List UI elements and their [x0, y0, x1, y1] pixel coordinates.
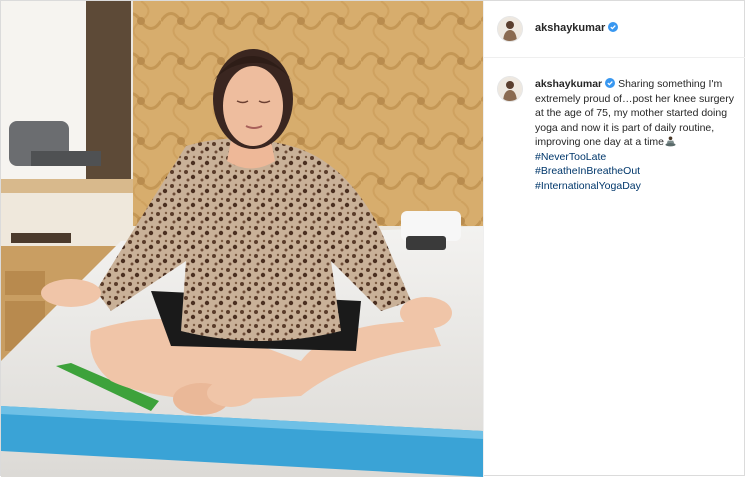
- avatar[interactable]: [497, 16, 523, 42]
- header-username[interactable]: akshaykumar: [535, 22, 619, 34]
- hashtag-link[interactable]: #InternationalYogaDay: [535, 179, 740, 194]
- person-in-lotus-position-emoji-icon: [665, 136, 676, 147]
- verified-badge-icon: [605, 78, 616, 88]
- post-photo[interactable]: [1, 1, 483, 477]
- caption-avatar[interactable]: [497, 76, 523, 102]
- username-text[interactable]: akshaykumar: [535, 22, 605, 34]
- yoga-photo-illustration: [1, 1, 483, 477]
- hashtag-link[interactable]: #BreatheInBreatheOut: [535, 164, 740, 179]
- post-caption: akshaykumar Sharing something I'm extrem…: [535, 77, 740, 193]
- instagram-post: akshaykumar akshaykumar Sharing somethin…: [0, 0, 745, 477]
- verified-badge-icon: [608, 22, 619, 32]
- hashtag-link[interactable]: #NeverTooLate: [535, 151, 606, 163]
- post-sidebar: akshaykumar akshaykumar Sharing somethin…: [483, 1, 745, 477]
- post-header: akshaykumar: [484, 1, 745, 58]
- profile-avatar-icon: [498, 77, 522, 101]
- profile-avatar-icon: [498, 17, 522, 41]
- caption-username[interactable]: akshaykumar: [535, 78, 602, 90]
